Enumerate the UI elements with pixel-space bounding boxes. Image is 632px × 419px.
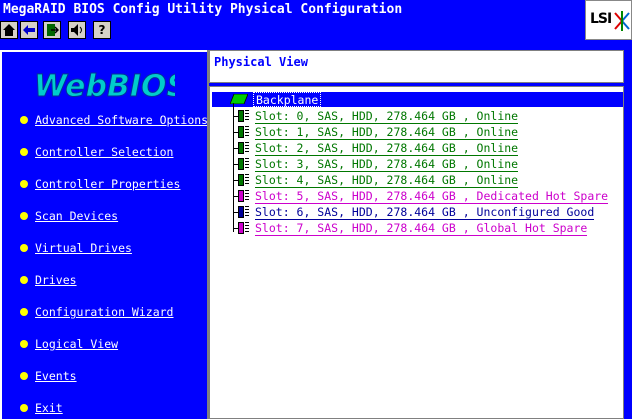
nav-label: Exit — [35, 401, 63, 415]
nav-logical-view[interactable]: Logical View — [20, 336, 118, 352]
nav-label: Virtual Drives — [35, 241, 132, 255]
bullet-icon — [20, 308, 28, 316]
slot-label[interactable]: Slot: 0, SAS, HDD, 278.464 GB , Online — [255, 109, 519, 124]
tree-row-slot[interactable]: Slot: 2, SAS, HDD, 278.464 GB , Online — [210, 141, 623, 156]
slot-label[interactable]: Slot: 4, SAS, HDD, 278.464 GB , Online — [255, 173, 519, 188]
sound-icon[interactable] — [68, 21, 86, 39]
drive-icon — [238, 190, 244, 202]
bullet-icon — [20, 372, 28, 380]
webbios-logo-text: WebBIOS — [34, 69, 175, 104]
drive-icon — [238, 158, 244, 170]
tree-row-slot[interactable]: Slot: 6, SAS, HDD, 278.464 GB , Unconfig… — [210, 205, 623, 220]
nav-label: Controller Selection — [35, 145, 174, 159]
tree-row-slot[interactable]: Slot: 5, SAS, HDD, 278.464 GB , Dedicate… — [210, 189, 623, 204]
home-icon[interactable] — [0, 21, 18, 39]
slot-label[interactable]: Slot: 6, SAS, HDD, 278.464 GB , Unconfig… — [255, 205, 595, 220]
nav-events[interactable]: Events — [20, 368, 77, 384]
bullet-icon — [20, 244, 28, 252]
drive-icon — [238, 206, 244, 218]
bullet-icon — [20, 276, 28, 284]
view-header: Physical View — [209, 50, 624, 83]
bullet-icon — [20, 404, 28, 412]
toolbar: ? — [0, 20, 585, 40]
bullet-icon — [20, 180, 28, 188]
slot-label[interactable]: Slot: 3, SAS, HDD, 278.464 GB , Online — [255, 157, 519, 172]
slot-label[interactable]: Slot: 1, SAS, HDD, 278.464 GB , Online — [255, 125, 519, 140]
nav-label: Drives — [35, 273, 77, 287]
nav-virtual-drives[interactable]: Virtual Drives — [20, 240, 132, 256]
help-icon[interactable]: ? — [93, 21, 111, 39]
slot-label[interactable]: Slot: 7, SAS, HDD, 278.464 GB , Global H… — [255, 221, 588, 236]
backplane-label[interactable]: Backplane — [253, 92, 322, 107]
nav-controller-selection[interactable]: Controller Selection — [20, 144, 173, 160]
nav-label: Controller Properties — [35, 177, 181, 191]
window-title: MegaRAID BIOS Config Utility Physical Co… — [0, 0, 585, 20]
nav-exit[interactable]: Exit — [20, 400, 63, 416]
slot-label[interactable]: Slot: 5, SAS, HDD, 278.464 GB , Dedicate… — [255, 189, 609, 204]
bullet-icon — [20, 340, 28, 348]
tree-row-slot[interactable]: Slot: 4, SAS, HDD, 278.464 GB , Online — [210, 173, 623, 188]
bullet-icon — [20, 212, 28, 220]
drive-status-dots-icon — [245, 206, 249, 218]
page-title: Physical View — [214, 55, 308, 69]
nav-label: Events — [35, 369, 77, 383]
drive-icon — [238, 222, 244, 234]
drive-icon — [238, 174, 244, 186]
lsi-logo-text: LSI — [590, 11, 612, 27]
tree-row-slot[interactable]: Slot: 3, SAS, HDD, 278.464 GB , Online — [210, 157, 623, 172]
tree-row-slot[interactable]: Slot: 7, SAS, HDD, 278.464 GB , Global H… — [210, 221, 623, 236]
nav-configuration-wizard[interactable]: Configuration Wizard — [20, 304, 173, 320]
tree-row-slot[interactable]: Slot: 1, SAS, HDD, 278.464 GB , Online — [210, 125, 623, 140]
drive-status-dots-icon — [245, 158, 249, 170]
window-edge — [624, 50, 632, 419]
nav-label: Configuration Wizard — [35, 305, 174, 319]
exit-icon[interactable] — [43, 21, 61, 39]
sidebar: WebBIOS Advanced Software Options Contro… — [0, 50, 208, 419]
nav-advanced-software-options[interactable]: Advanced Software Options — [20, 112, 208, 128]
lsi-logo: LSI — [585, 0, 632, 40]
nav-scan-devices[interactable]: Scan Devices — [20, 208, 118, 224]
drive-status-dots-icon — [245, 174, 249, 186]
drive-icon — [238, 142, 244, 154]
lsi-logo-mark-icon — [614, 11, 630, 31]
back-arrow-icon[interactable] — [20, 21, 38, 39]
nav-label: Scan Devices — [35, 209, 119, 223]
drive-status-dots-icon — [245, 110, 249, 122]
drive-status-dots-icon — [245, 142, 249, 154]
bullet-icon — [20, 148, 28, 156]
drive-icon — [238, 110, 244, 122]
drive-status-dots-icon — [245, 190, 249, 202]
drive-status-dots-icon — [245, 126, 249, 138]
nav-drives[interactable]: Drives — [20, 272, 77, 288]
bullet-icon — [20, 116, 28, 124]
physical-view-tree: Backplane Slot: 0, SAS, HDD, 278.464 GB … — [209, 86, 624, 419]
nav-controller-properties[interactable]: Controller Properties — [20, 176, 180, 192]
tree-row-slot[interactable]: Slot: 0, SAS, HDD, 278.464 GB , Online — [210, 109, 623, 124]
nav-label: Advanced Software Options — [35, 113, 209, 127]
drive-icon — [238, 126, 244, 138]
drive-status-dots-icon — [245, 222, 249, 234]
slot-label[interactable]: Slot: 2, SAS, HDD, 278.464 GB , Online — [255, 141, 519, 156]
nav-label: Logical View — [35, 337, 119, 351]
webbios-logo: WebBIOS — [34, 69, 176, 105]
